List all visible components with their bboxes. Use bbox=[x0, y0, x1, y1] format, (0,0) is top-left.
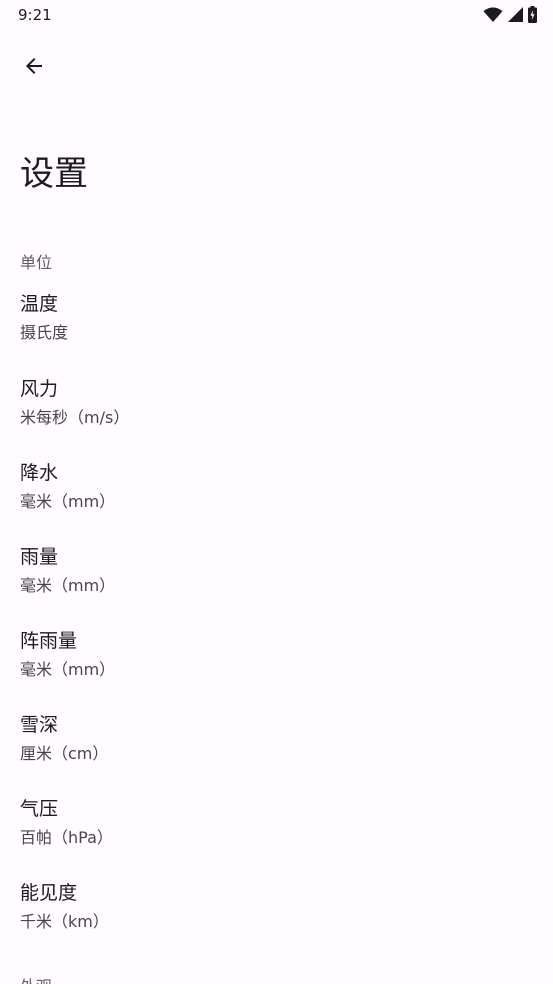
setting-title: 降水 bbox=[20, 462, 59, 484]
status-icons bbox=[483, 6, 537, 23]
setting-title: 雨量 bbox=[20, 546, 59, 568]
setting-value: 毫米（mm） bbox=[20, 576, 116, 595]
setting-item-temperature[interactable]: 温度 摄氏度 bbox=[0, 289, 553, 361]
setting-title: 气压 bbox=[20, 798, 59, 820]
battery-charging-icon bbox=[528, 6, 537, 23]
setting-value: 毫米（mm） bbox=[20, 492, 116, 511]
setting-title: 阵雨量 bbox=[20, 630, 78, 652]
setting-title: 能见度 bbox=[20, 882, 78, 904]
setting-value: 摄氏度 bbox=[20, 323, 69, 342]
settings-screen: 9:21 设置 单位 温度 摄氏度 风力 米每秒（m/s） 降水 毫米（mm） … bbox=[0, 0, 553, 984]
status-time: 9:21 bbox=[18, 6, 52, 24]
section-header-units: 单位 bbox=[20, 253, 53, 272]
setting-value: 毫米（mm） bbox=[20, 660, 116, 679]
setting-value: 米每秒（m/s） bbox=[20, 408, 130, 427]
back-button[interactable] bbox=[12, 46, 56, 90]
cell-signal-icon bbox=[508, 7, 523, 22]
setting-value: 厘米（cm） bbox=[20, 744, 109, 763]
setting-title: 雪深 bbox=[20, 714, 59, 736]
setting-value: 百帕（hPa） bbox=[20, 828, 113, 847]
setting-title: 温度 bbox=[20, 293, 59, 315]
setting-item-snow-depth[interactable]: 雪深 厘米（cm） bbox=[0, 710, 553, 782]
section-header-appearance: 外观 bbox=[20, 973, 52, 984]
setting-item-pressure[interactable]: 气压 百帕（hPa） bbox=[0, 794, 553, 866]
page-title: 设置 bbox=[20, 154, 88, 194]
arrow-back-icon bbox=[22, 54, 46, 82]
setting-item-showers[interactable]: 阵雨量 毫米（mm） bbox=[0, 626, 553, 698]
setting-item-precipitation[interactable]: 降水 毫米（mm） bbox=[0, 458, 553, 530]
setting-value: 千米（km） bbox=[20, 912, 109, 931]
setting-item-visibility[interactable]: 能见度 千米（km） bbox=[0, 878, 553, 950]
status-bar: 9:21 bbox=[0, 0, 553, 30]
setting-item-wind[interactable]: 风力 米每秒（m/s） bbox=[0, 374, 553, 446]
wifi-icon bbox=[483, 6, 503, 23]
setting-title: 风力 bbox=[20, 378, 59, 400]
setting-item-rain[interactable]: 雨量 毫米（mm） bbox=[0, 542, 553, 614]
